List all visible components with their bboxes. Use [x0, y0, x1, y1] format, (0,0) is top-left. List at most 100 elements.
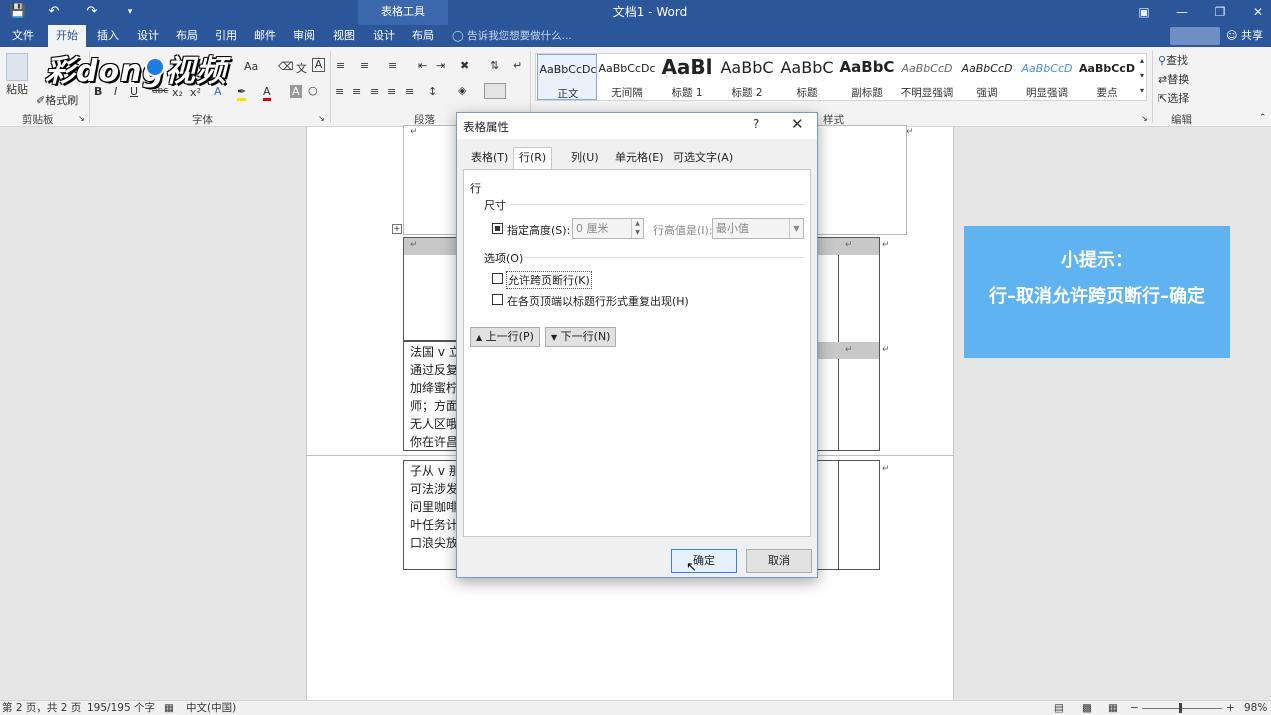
tab-file[interactable]: 文件 [10, 25, 36, 47]
zoom-in-icon[interactable]: + [1226, 701, 1235, 715]
specify-height-checkbox[interactable] [492, 223, 503, 234]
character-border-icon[interactable]: A [312, 58, 325, 72]
change-case-button[interactable]: Aa [244, 60, 258, 73]
styles-launcher-icon[interactable]: ↘ [1141, 114, 1148, 123]
tab-view[interactable]: 视图 [331, 25, 357, 47]
word-count[interactable]: 195/195 个字 [87, 701, 155, 715]
tab-review[interactable]: 审阅 [291, 25, 317, 47]
ok-button[interactable]: 确定 [671, 549, 737, 573]
style-intense-emphasis[interactable]: AaBbCcD 明显强调 [1017, 54, 1077, 100]
justify-icon[interactable]: ≡ [387, 85, 396, 98]
distributed-icon[interactable]: ≡ [405, 85, 414, 98]
style-strong[interactable]: AaBbCcD 要点 [1077, 54, 1137, 100]
repeat-header-checkbox[interactable] [492, 294, 503, 305]
table-cell[interactable] [838, 460, 880, 570]
restore-icon[interactable]: ❐ [1202, 0, 1238, 25]
user-account[interactable] [1170, 27, 1220, 45]
dialog-close-icon[interactable]: ✕ [791, 115, 804, 133]
align-right-icon[interactable]: ≡ [370, 85, 379, 98]
enclose-characters-icon[interactable]: ○ [308, 84, 318, 97]
cancel-button[interactable]: 取消 [746, 549, 812, 573]
style-subtle-emphasis[interactable]: AaBbCcD 不明显强调 [897, 54, 957, 100]
align-left-icon[interactable]: ≡ [335, 85, 344, 98]
page-count[interactable]: 第 2 页，共 2 页 [2, 701, 81, 715]
zoom-slider[interactable] [1142, 708, 1222, 709]
highlight-color-icon[interactable]: ✒ [237, 85, 247, 101]
align-center-icon[interactable]: ≡ [352, 85, 361, 98]
help-icon[interactable]: ? [753, 117, 759, 131]
row-height-mode-select[interactable]: 最小值 ▼ [712, 218, 804, 239]
clear-formatting-icon[interactable]: ⌫ [278, 60, 294, 73]
increase-indent-icon[interactable]: ⇥ [436, 59, 445, 72]
save-icon[interactable]: 💾 [8, 3, 28, 21]
share-button[interactable]: ☺ 共享 [1226, 25, 1263, 47]
paste-label[interactable]: 粘贴 [5, 81, 29, 97]
shading-icon[interactable]: ◈ [458, 84, 466, 97]
numbering-icon[interactable]: ≡ [360, 59, 369, 72]
gallery-up-icon[interactable]: ▴ [1137, 56, 1147, 65]
find-button[interactable]: ⚲查找 [1158, 52, 1188, 68]
read-mode-icon[interactable]: ▤ [1054, 701, 1064, 715]
row-height-spinner[interactable]: 0 厘米 ▲ ▼ [572, 218, 644, 239]
collapse-ribbon-icon[interactable]: ⌃ [1259, 113, 1267, 123]
tab-table-design[interactable]: 设计 [371, 25, 397, 47]
redo-icon[interactable]: ↷ [82, 3, 102, 21]
font-color-icon[interactable]: A [263, 85, 271, 101]
tab-mailings[interactable]: 邮件 [252, 25, 278, 47]
allow-row-break-label[interactable]: 允许跨页断行(K) [506, 271, 592, 289]
paste-icon[interactable] [6, 53, 28, 81]
style-subtitle[interactable]: AaBbC 副标题 [837, 54, 897, 100]
clipboard-launcher-icon[interactable]: ↘ [78, 114, 85, 123]
decrease-indent-icon[interactable]: ⇤ [418, 59, 427, 72]
font-launcher-icon[interactable]: ↘ [318, 114, 325, 123]
tab-cell[interactable]: 单元格(E) [609, 147, 670, 169]
zoom-out-icon[interactable]: − [1130, 701, 1139, 715]
style-normal[interactable]: AaBbCcDc 正文 [537, 54, 597, 100]
zoom-level[interactable]: 98% [1244, 701, 1267, 715]
bullets-icon[interactable]: ≡ [336, 59, 345, 72]
next-row-button[interactable]: ▼ 下一行(N) [545, 327, 617, 347]
table-move-handle-icon[interactable]: + [392, 224, 402, 234]
table-cell[interactable] [817, 460, 839, 570]
tell-me-search[interactable]: ◯ 告诉我您想要做什么... [452, 25, 572, 47]
repeat-header-label[interactable]: 在各页顶端以标题行形式重复出现(H) [507, 293, 689, 309]
style-no-spacing[interactable]: AaBbCcDc 无间隔 [597, 54, 657, 100]
tab-insert[interactable]: 插入 [95, 25, 121, 47]
proofing-icon[interactable]: ▦ [164, 701, 174, 715]
spinner-arrows-icon[interactable]: ▲ ▼ [631, 219, 643, 238]
phonetic-guide-icon[interactable]: 文 [296, 60, 307, 76]
style-heading-1[interactable]: AaBl 标题 1 [657, 54, 717, 100]
ribbon-display-options-icon[interactable]: ▣ [1126, 0, 1162, 25]
language-indicator[interactable]: 中文(中国) [186, 701, 236, 715]
character-shading-icon[interactable]: A [290, 85, 302, 98]
line-spacing-icon[interactable]: ↕ [428, 85, 437, 98]
tab-design[interactable]: 设计 [135, 25, 161, 47]
replace-button[interactable]: ⇄替换 [1158, 71, 1189, 87]
borders-icon[interactable] [484, 83, 506, 99]
allow-row-break-checkbox[interactable] [492, 273, 503, 284]
select-button[interactable]: ⇱选择 [1158, 90, 1189, 106]
tab-table-layout[interactable]: 布局 [410, 25, 436, 47]
style-heading-2[interactable]: AaBbC 标题 2 [717, 54, 777, 100]
style-title[interactable]: AaBbC 标题 [777, 54, 837, 100]
tab-table[interactable]: 表格(T) [465, 147, 514, 169]
sort-icon[interactable]: ⇅ [490, 59, 499, 72]
tab-home[interactable]: 开始 [48, 25, 86, 47]
undo-icon[interactable]: ↶ [44, 3, 64, 21]
minimize-icon[interactable]: — [1164, 0, 1200, 25]
tab-alt-text[interactable]: 可选文字(A) [667, 147, 739, 169]
multilevel-list-icon[interactable]: ≡ [388, 59, 397, 72]
zoom-slider-thumb[interactable] [1179, 703, 1182, 713]
show-marks-icon[interactable]: ↵ [513, 59, 522, 72]
format-painter-button[interactable]: ✐格式刷 [36, 92, 88, 108]
tab-references[interactable]: 引用 [213, 25, 239, 47]
print-layout-icon[interactable]: ▩ [1082, 701, 1092, 715]
chinese-layout-icon[interactable]: ✖ [460, 59, 469, 72]
close-window-icon[interactable]: ✕ [1240, 0, 1271, 25]
previous-row-button[interactable]: ▲ 上一行(P) [470, 327, 540, 347]
tab-layout[interactable]: 布局 [174, 25, 200, 47]
customize-quick-access-icon[interactable]: ▾ [120, 3, 140, 21]
gallery-down-icon[interactable]: ▾ [1137, 71, 1147, 80]
style-emphasis[interactable]: AaBbCcD 强调 [957, 54, 1017, 100]
tab-row[interactable]: 行(R) [513, 147, 553, 170]
